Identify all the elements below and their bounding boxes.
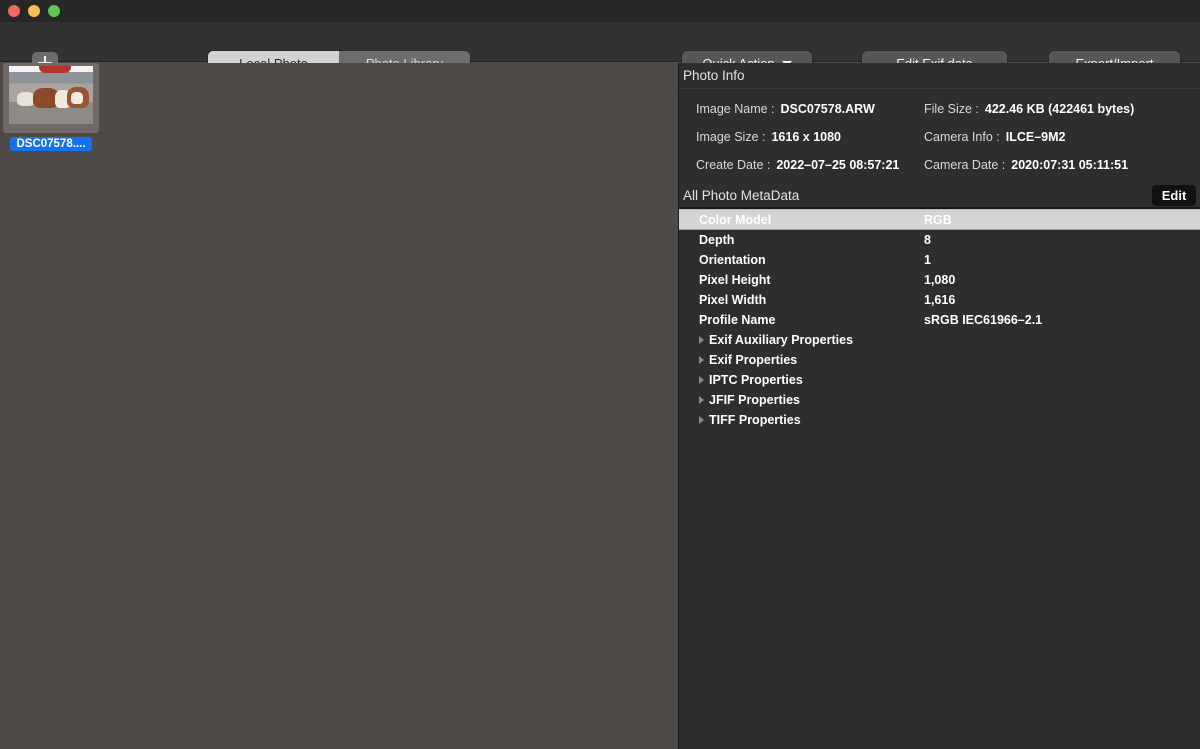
metadata-value: 1,616 (924, 293, 956, 307)
photo-info-row: Image Size : 1616 x 1080 Camera Info : I… (679, 123, 1200, 151)
metadata-value: 1,080 (924, 273, 956, 287)
metadata-value: RGB (924, 212, 952, 227)
metadata-key: Depth (699, 233, 735, 247)
list-item-label[interactable]: DSC07578.... (10, 137, 92, 151)
app-window: Local Photo Photo Library Quick Action E… (0, 0, 1200, 749)
table-row[interactable]: Profile Name sRGB IEC61966–2.1 (679, 310, 1200, 330)
metadata-key: JFIF Properties (684, 393, 924, 407)
table-row[interactable]: Exif Auxiliary Properties (679, 330, 1200, 350)
table-row[interactable]: Depth 8 (679, 230, 1200, 250)
edit-metadata-button[interactable]: Edit (1152, 185, 1196, 206)
metadata-key: Exif Properties (684, 353, 924, 367)
table-row[interactable]: Pixel Width 1,616 (679, 290, 1200, 310)
minimize-window-icon[interactable] (28, 5, 40, 17)
info-camera-date: Camera Date : 2020:07:31 05:11:51 (924, 158, 1128, 172)
photo-thumbnail-sidebar[interactable]: DSC07578.... (0, 63, 104, 749)
metadata-header: All Photo MetaData Edit (679, 183, 1200, 209)
traffic-lights (8, 5, 60, 17)
metadata-value: sRGB IEC61966–2.1 (924, 313, 1043, 327)
disclosure-triangle-icon[interactable] (699, 355, 704, 364)
info-image-size: Image Size : 1616 x 1080 (679, 130, 924, 144)
table-row[interactable]: IPTC Properties (679, 370, 1200, 390)
metadata-table[interactable]: Color Model RGB Depth 8 Orientation 1 Pi… (679, 209, 1200, 430)
metadata-value: 1 (924, 253, 931, 267)
photo-thumbnail-image (9, 66, 93, 124)
info-value: 1616 x 1080 (771, 130, 841, 144)
photo-info-title: Photo Info (683, 68, 745, 83)
thumbnail-frame[interactable] (3, 63, 99, 133)
metadata-key-label: Exif Properties (709, 353, 798, 367)
info-value: 2020:07:31 05:11:51 (1011, 158, 1129, 172)
metadata-key: Profile Name (699, 313, 776, 327)
metadata-key: Pixel Width (699, 293, 767, 307)
info-label: File Size : (924, 102, 979, 116)
photo-info-row: Image Name : DSC07578.ARW File Size : 42… (679, 95, 1200, 123)
info-camera-info: Camera Info : ILCE–9M2 (924, 130, 1065, 144)
metadata-key-label: JFIF Properties (709, 393, 800, 407)
disclosure-triangle-icon[interactable] (699, 415, 704, 424)
zoom-window-icon[interactable] (48, 5, 60, 17)
metadata-key: IPTC Properties (684, 373, 924, 387)
thumbnail-detail (71, 92, 83, 104)
close-window-icon[interactable] (8, 5, 20, 17)
photo-preview-canvas[interactable] (104, 63, 678, 749)
info-value: ILCE–9M2 (1005, 130, 1066, 144)
disclosure-triangle-icon[interactable] (699, 375, 704, 384)
table-row[interactable]: JFIF Properties (679, 390, 1200, 410)
info-panel: Photo Info Image Name : DSC07578.ARW Fil… (678, 63, 1200, 749)
metadata-key: Orientation (699, 253, 766, 267)
metadata-title: All Photo MetaData (683, 187, 800, 203)
metadata-key: TIFF Properties (684, 413, 924, 427)
edit-metadata-label: Edit (1161, 188, 1187, 203)
titlebar (0, 0, 1200, 22)
photo-info-header: Photo Info (679, 63, 1200, 89)
table-row[interactable]: Exif Properties (679, 350, 1200, 370)
metadata-key: Pixel Height (699, 273, 771, 287)
info-label: Image Name : (696, 102, 775, 116)
disclosure-triangle-icon[interactable] (699, 395, 704, 404)
metadata-value: 8 (924, 233, 931, 247)
list-item[interactable]: DSC07578.... (3, 63, 99, 155)
table-row[interactable]: Color Model RGB (679, 209, 1200, 230)
thumbnail-detail (39, 66, 71, 73)
toolbar: Local Photo Photo Library Quick Action E… (0, 22, 1200, 76)
photo-info-grid: Image Name : DSC07578.ARW File Size : 42… (679, 89, 1200, 183)
metadata-key: Color Model (699, 212, 772, 227)
info-label: Create Date : (696, 158, 771, 172)
metadata-key-label: TIFF Properties (709, 413, 801, 427)
info-file-size: File Size : 422.46 KB (422461 bytes) (924, 102, 1134, 116)
photo-info-row: Create Date : 2022–07–25 08:57:21 Camera… (679, 151, 1200, 179)
info-image-name: Image Name : DSC07578.ARW (679, 102, 924, 116)
info-value: DSC07578.ARW (780, 102, 875, 116)
info-label: Camera Info : (924, 130, 1000, 144)
info-value: 2022–07–25 08:57:21 (776, 158, 900, 172)
metadata-key: Exif Auxiliary Properties (684, 333, 924, 347)
table-row[interactable]: Pixel Height 1,080 (679, 270, 1200, 290)
info-label: Image Size : (696, 130, 766, 144)
disclosure-triangle-icon[interactable] (699, 335, 704, 344)
metadata-key-label: IPTC Properties (709, 373, 803, 387)
table-row[interactable]: TIFF Properties (679, 410, 1200, 430)
table-row[interactable]: Orientation 1 (679, 250, 1200, 270)
info-label: Camera Date : (924, 158, 1006, 172)
info-create-date: Create Date : 2022–07–25 08:57:21 (679, 158, 924, 172)
metadata-key-label: Exif Auxiliary Properties (709, 333, 854, 347)
info-value: 422.46 KB (422461 bytes) (984, 102, 1135, 116)
